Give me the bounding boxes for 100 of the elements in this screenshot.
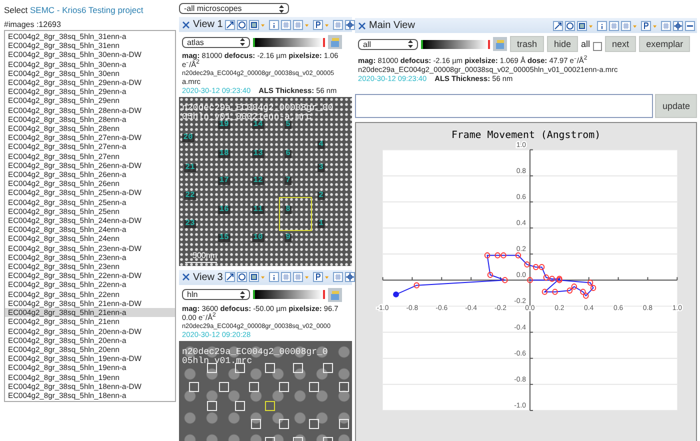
hole-square <box>309 382 319 392</box>
save-icon[interactable] <box>248 20 259 30</box>
expand-icon[interactable] <box>224 272 235 282</box>
hole-square <box>279 419 289 430</box>
target-label[interactable]: 1 <box>318 220 324 228</box>
grid-icon[interactable] <box>621 20 631 30</box>
target-label[interactable]: 19 <box>218 120 230 129</box>
view-title: Main View <box>369 20 415 31</box>
close-icon[interactable] <box>181 272 191 282</box>
hole-square <box>339 382 349 392</box>
target-label[interactable]: 14 <box>252 120 264 129</box>
frame-marker <box>552 289 558 296</box>
hole-square <box>235 363 245 374</box>
action-button[interactable]: hide <box>547 36 578 52</box>
frame-marker <box>515 252 522 259</box>
preset-select[interactable]: hln <box>182 289 250 300</box>
frame-marker <box>502 277 508 284</box>
update-button[interactable]: update <box>655 94 697 118</box>
target-label[interactable]: 6 <box>284 150 292 158</box>
preset-select[interactable]: all <box>358 38 418 50</box>
hole-square <box>265 401 275 412</box>
info-icon[interactable] <box>268 272 279 282</box>
target-label[interactable]: 2 <box>318 192 324 200</box>
target-label[interactable]: 3 <box>318 164 324 172</box>
hole-square <box>251 419 261 430</box>
target-label[interactable]: 5 <box>284 120 292 129</box>
grid-icon[interactable] <box>292 20 303 30</box>
paint-icon[interactable] <box>328 288 342 302</box>
close-icon[interactable] <box>357 20 367 30</box>
hole-square <box>249 382 259 392</box>
contrast-gradient[interactable] <box>253 38 325 46</box>
target-label[interactable]: 22 <box>184 192 196 200</box>
preset-select[interactable]: atlas <box>182 36 250 48</box>
target-label[interactable]: 20 <box>182 134 194 142</box>
chart-title: Frame Movement (Angstrom) <box>451 130 601 142</box>
hole-square <box>279 382 289 392</box>
hole-square <box>323 363 333 374</box>
close-icon[interactable] <box>181 20 191 30</box>
crosshair-icon[interactable] <box>344 20 355 30</box>
comment-field[interactable] <box>355 94 654 118</box>
target-label[interactable]: 11 <box>252 206 264 214</box>
all-label: all <box>581 39 590 49</box>
target-label[interactable]: 7 <box>284 177 292 186</box>
hole-square <box>293 363 303 374</box>
contrast-gradient[interactable] <box>253 290 325 300</box>
start-point <box>393 292 399 298</box>
target-label[interactable]: 12 <box>252 177 264 186</box>
grid-icon[interactable] <box>292 272 303 282</box>
view-title: View 1 <box>193 19 223 30</box>
crosshair-icon[interactable] <box>673 20 683 30</box>
p-icon[interactable] <box>312 272 323 282</box>
project-line: Select SEMC - Krios6 Testing project <box>4 5 144 15</box>
micrograph-image[interactable]: n20dec29a_EC004g2_00008gr_0 05hln_v01.mrc <box>179 341 352 441</box>
selection-square <box>279 196 312 231</box>
nav-button[interactable]: exemplar <box>639 36 690 52</box>
hole-square <box>219 382 229 392</box>
target-label[interactable]: 13 <box>252 150 264 158</box>
info-icon[interactable] <box>597 20 607 30</box>
dropdown-arrows-icon <box>240 290 245 299</box>
target-label[interactable]: 4 <box>318 141 324 150</box>
view-title: View 3 <box>193 272 223 283</box>
hole-square <box>265 363 275 374</box>
dropdown-arrows-icon <box>240 38 245 46</box>
p-icon[interactable] <box>641 20 651 30</box>
save-icon[interactable] <box>248 272 259 282</box>
expand-icon[interactable] <box>553 20 563 30</box>
all-checkbox[interactable] <box>593 42 602 51</box>
target-label[interactable]: 18 <box>218 150 230 158</box>
target-label[interactable]: 9 <box>284 234 292 242</box>
hole-square <box>339 419 349 430</box>
crosshair-icon[interactable] <box>344 272 355 282</box>
action-button[interactable]: trash <box>510 36 544 52</box>
target-label[interactable]: 15 <box>218 234 230 242</box>
nav-button[interactable]: next <box>605 36 636 52</box>
microscope-select[interactable]: -all microscopes <box>179 3 289 14</box>
contrast-gradient[interactable] <box>421 40 490 48</box>
ring-icon[interactable] <box>236 20 247 30</box>
p-icon[interactable] <box>312 20 323 30</box>
target-label[interactable]: 8 <box>284 206 292 214</box>
frame-marker <box>524 262 530 268</box>
target-label[interactable]: 17 <box>218 177 230 186</box>
minus-icon[interactable] <box>685 20 695 30</box>
hole-square <box>235 401 245 412</box>
ring-icon[interactable] <box>236 272 247 282</box>
target-label[interactable]: 16 <box>218 206 230 214</box>
hole-square <box>189 382 199 392</box>
info-icon[interactable] <box>268 20 279 30</box>
project-link[interactable]: SEMC - Krios6 Testing project <box>30 5 144 15</box>
target-label[interactable]: 10 <box>252 234 264 242</box>
target-label[interactable]: 23 <box>184 220 196 228</box>
target-label[interactable]: 21 <box>184 164 196 172</box>
image-caption: n20dec29a_EC004g2_00008gr_0 <box>182 347 328 358</box>
hole-square <box>309 419 319 430</box>
image-count: #images :12693 <box>4 20 62 29</box>
ring-icon[interactable] <box>565 20 575 30</box>
dropdown-arrows-icon <box>279 4 284 12</box>
save-icon[interactable] <box>577 20 587 30</box>
dropdown-arrows-icon <box>408 40 413 48</box>
expand-icon[interactable] <box>224 20 235 30</box>
frame-marker <box>484 252 490 259</box>
